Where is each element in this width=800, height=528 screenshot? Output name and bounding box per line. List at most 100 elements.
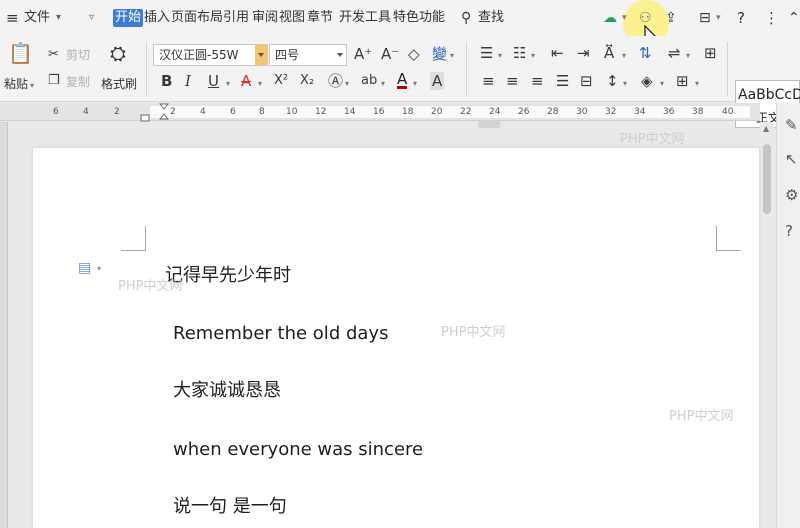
document-page[interactable]: ▤ ▾ 记得早先少年时 Remember the old days 大家诚诚恳恳… <box>33 132 759 528</box>
chinese-layout-chevron-icon[interactable]: ▾ <box>622 48 626 64</box>
underline-button[interactable]: U <box>208 72 219 90</box>
line-spacing-icon[interactable]: ↕ <box>606 72 619 90</box>
font-color-button[interactable]: A <box>397 72 408 89</box>
paste-button[interactable]: 粘贴 <box>4 76 28 92</box>
numbered-list-icon[interactable]: ☷ <box>513 44 526 62</box>
font-color-chevron-icon[interactable]: ▾ <box>413 76 417 92</box>
pinyin-guide-icon[interactable]: 變 <box>432 45 447 63</box>
tab-insert[interactable]: 插入 <box>144 9 170 27</box>
tab-page-layout[interactable]: 页面布局 <box>171 9 223 27</box>
quick-access-chevron-icon[interactable]: ▿ <box>89 9 94 27</box>
highlight-chevron-icon[interactable]: ▾ <box>381 76 385 92</box>
cut-button[interactable]: 剪切 <box>66 47 90 63</box>
collapse-ribbon-icon[interactable]: ⌃ <box>788 9 800 27</box>
share-icon[interactable]: ⇪ <box>665 9 677 27</box>
scroll-thumb[interactable] <box>763 144 771 214</box>
copy-icon[interactable]: ❐ <box>48 72 60 90</box>
font-size-select[interactable]: 四号 <box>269 44 347 66</box>
font-name-chevron-icon[interactable] <box>255 45 267 65</box>
help-icon[interactable]: ? <box>737 9 745 27</box>
help-circle-icon[interactable]: ? <box>785 223 793 239</box>
pen-icon[interactable]: ✎ <box>785 117 798 133</box>
watermark: PHP中文网 <box>620 132 685 147</box>
align-left-button[interactable]: ≡ <box>482 72 495 90</box>
italic-button[interactable]: I <box>185 72 191 90</box>
justify-button[interactable]: ☰ <box>556 72 569 90</box>
tab-view[interactable]: 视图 <box>279 9 305 27</box>
cloud-chevron-icon[interactable]: ▾ <box>622 9 627 27</box>
borders-chevron-icon[interactable]: ▾ <box>695 76 699 92</box>
paragraph-chevron-icon[interactable]: ▾ <box>97 264 101 273</box>
font-name-select[interactable]: 汉仪正圆-55W <box>153 44 268 66</box>
indent-marker-icon[interactable] <box>159 103 169 121</box>
left-indent-marker-icon[interactable] <box>140 114 150 122</box>
increase-indent-icon[interactable]: ⇥ <box>577 44 590 62</box>
tab-review[interactable]: 审阅 <box>252 9 278 27</box>
sort-icon[interactable]: ⇅ <box>639 44 652 62</box>
bullet-list-icon[interactable]: ☰ <box>480 44 493 62</box>
tab-chapter[interactable]: 章节 <box>307 9 333 27</box>
scroll-up-icon[interactable]: ▲ <box>763 124 769 133</box>
doc-line-5[interactable]: 说一句 是一句 <box>173 496 287 518</box>
vertical-ruler[interactable] <box>0 122 8 528</box>
doc-line-4[interactable]: when everyone was sincere <box>173 439 423 461</box>
chinese-layout-icon[interactable]: A⃡ <box>604 44 614 62</box>
paste-chevron-icon[interactable]: ▾ <box>30 78 34 94</box>
format-painter-button[interactable]: 格式刷 <box>101 76 137 92</box>
history-icon[interactable]: ⊟ <box>699 9 711 27</box>
paste-icon[interactable]: 📋 <box>8 43 33 63</box>
doc-line-1[interactable]: 记得早先少年时 <box>165 265 291 287</box>
tab-home[interactable]: 开始 <box>113 9 144 27</box>
file-menu-chevron-icon[interactable]: ▾ <box>56 9 61 27</box>
decrease-indent-icon[interactable]: ⇤ <box>551 44 564 62</box>
divider <box>466 42 467 96</box>
grow-font-icon[interactable]: A⁺ <box>354 45 372 63</box>
format-painter-icon[interactable]: ⛭ <box>110 43 126 63</box>
hamburger-menu-icon[interactable]: ≡ <box>6 9 19 27</box>
search-icon[interactable]: ⚲ <box>461 9 471 27</box>
strikethrough-chevron-icon[interactable]: ▾ <box>258 76 262 92</box>
shrink-font-icon[interactable]: A⁻ <box>381 45 399 63</box>
font-size-chevron-icon[interactable] <box>334 45 346 65</box>
clear-format-icon[interactable]: ◇ <box>408 45 420 63</box>
doc-line-3[interactable]: 大家诚诚恳恳 <box>173 380 281 402</box>
text-effect-icon[interactable]: Ⓐ <box>328 72 343 90</box>
cut-icon[interactable]: ✂ <box>48 46 59 64</box>
char-shading-icon[interactable]: A <box>430 72 445 90</box>
copy-button[interactable]: 复制 <box>66 74 90 90</box>
search-button[interactable]: 查找 <box>478 9 504 27</box>
shading-chevron-icon[interactable]: ▾ <box>660 76 664 92</box>
subscript-button[interactable]: X₂ <box>300 72 314 90</box>
superscript-button[interactable]: X² <box>274 72 288 90</box>
numbered-list-chevron-icon[interactable]: ▾ <box>531 48 535 64</box>
line-spacing-chevron-icon[interactable]: ▾ <box>623 76 627 92</box>
text-effect-chevron-icon[interactable]: ▾ <box>345 76 349 92</box>
show-marks-icon[interactable]: ⊞ <box>704 44 717 62</box>
doc-line-2[interactable]: Remember the old days <box>173 323 388 345</box>
bullet-list-chevron-icon[interactable]: ▾ <box>498 48 502 64</box>
tab-developer[interactable]: 开发工具 <box>339 9 391 27</box>
horizontal-ruler[interactable]: 6 4 2 2 4 6 8 10 12 14 16 18 20 22 24 26… <box>0 103 760 122</box>
select-pointer-icon[interactable]: ↖ <box>785 151 798 167</box>
align-center-button[interactable]: ≡ <box>506 72 519 90</box>
cloud-sync-icon[interactable]: ☁ <box>603 9 617 27</box>
distribute-button[interactable]: ⊟ <box>580 72 593 90</box>
pinyin-chevron-icon[interactable]: ▾ <box>450 48 454 64</box>
shading-fill-icon[interactable]: ◈ <box>641 72 653 90</box>
more-options-icon[interactable]: ⋮ <box>764 9 779 27</box>
borders-icon[interactable]: ⊞ <box>676 72 689 90</box>
file-menu[interactable]: 文件 <box>24 9 50 27</box>
line-break-icon[interactable]: ⇌ <box>668 44 681 62</box>
underline-chevron-icon[interactable]: ▾ <box>226 76 230 92</box>
bold-button[interactable]: B <box>161 72 172 90</box>
settings-sliders-icon[interactable]: ⚙ <box>785 187 798 203</box>
tab-references[interactable]: 引用 <box>223 9 249 27</box>
strikethrough-button[interactable]: A <box>241 72 251 90</box>
vertical-scrollbar[interactable]: ▲ <box>760 122 774 528</box>
align-right-button[interactable]: ≡ <box>531 72 544 90</box>
paragraph-doc-icon[interactable]: ▤ <box>78 260 91 276</box>
highlight-icon[interactable]: ab <box>361 72 377 90</box>
history-chevron-icon[interactable]: ▾ <box>716 9 721 27</box>
line-break-chevron-icon[interactable]: ▾ <box>686 48 690 64</box>
tab-special-features[interactable]: 特色功能 <box>393 9 445 27</box>
